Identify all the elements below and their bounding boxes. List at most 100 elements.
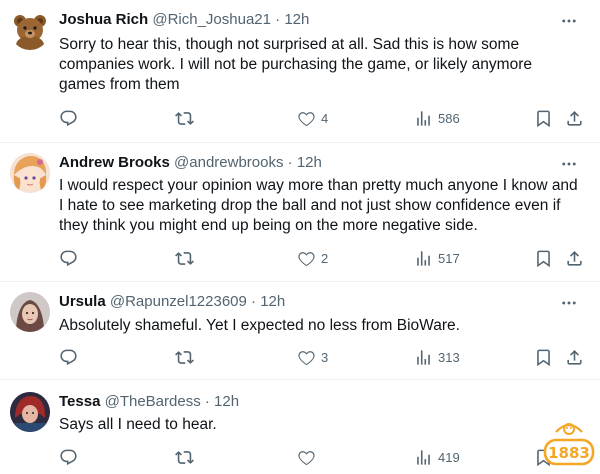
views-icon xyxy=(414,109,433,128)
tweet-actions: 4 586 xyxy=(0,108,600,128)
more-icon xyxy=(560,294,578,312)
more-options-button[interactable] xyxy=(560,294,578,312)
tweet-header: Ursula @Rapunzel1223609 · 12h xyxy=(59,292,285,312)
more-icon xyxy=(560,155,578,173)
views-button[interactable]: 586 xyxy=(414,108,460,128)
view-count: 517 xyxy=(438,250,460,266)
tweet-text-line: Sorry to hear this, though not surprised… xyxy=(59,36,520,53)
like-icon xyxy=(297,109,316,128)
anime-portrait-avatar-icon xyxy=(10,153,50,193)
bookmark-button[interactable] xyxy=(534,108,553,128)
timestamp[interactable]: 12h xyxy=(284,11,309,28)
bookmark-icon xyxy=(534,109,553,128)
user-handle[interactable]: @TheBardess xyxy=(105,393,201,410)
separator-dot: · xyxy=(275,11,281,28)
share-icon xyxy=(565,348,584,367)
reply-tweet-2[interactable]: Andrew Brooks @andrewbrooks · 12h I woul… xyxy=(0,143,600,282)
like-count: 4 xyxy=(321,110,329,126)
user-handle[interactable]: @Rapunzel1223609 xyxy=(110,293,247,310)
retweet-button[interactable] xyxy=(175,248,199,268)
tweet-text-line: Absolutely shameful. Yet I expected no l… xyxy=(59,317,460,334)
retweet-icon xyxy=(175,249,194,268)
tweet-actions: 2 517 xyxy=(0,248,600,268)
tweet-text-line: Says all I need to hear. xyxy=(59,416,217,433)
reply-button[interactable] xyxy=(59,347,83,367)
teddy-bear-avatar-icon xyxy=(10,10,50,50)
reply-tweet-3[interactable]: Ursula @Rapunzel1223609 · 12h Absolutely… xyxy=(0,282,600,380)
like-icon xyxy=(297,249,316,268)
reply-button[interactable] xyxy=(59,248,83,268)
display-name[interactable]: Joshua Rich xyxy=(59,11,148,28)
display-name[interactable]: Andrew Brooks xyxy=(59,154,170,171)
display-name[interactable]: Tessa xyxy=(59,393,100,410)
user-handle[interactable]: @Rich_Joshua21 xyxy=(152,11,271,28)
tweet-text-line: companies work. I will not be purchasing… xyxy=(59,56,532,73)
views-button[interactable]: 419 xyxy=(414,447,460,467)
tweet-header: Andrew Brooks @andrewbrooks · 12h xyxy=(59,153,322,173)
bookmark-icon xyxy=(534,249,553,268)
reply-icon xyxy=(59,448,78,467)
reply-icon xyxy=(59,109,78,128)
timestamp[interactable]: 12h xyxy=(214,393,239,410)
display-name[interactable]: Ursula xyxy=(59,293,106,310)
tweet-text-line: I hate to see marketing drop the ball an… xyxy=(59,197,561,214)
like-count: 2 xyxy=(321,250,329,266)
like-button[interactable]: 4 xyxy=(297,108,328,128)
share-icon xyxy=(565,109,584,128)
like-icon xyxy=(297,448,316,467)
reply-icon xyxy=(59,249,78,268)
tweet-actions: 419 xyxy=(0,447,600,467)
tweet-text: Sorry to hear this, though not surprised… xyxy=(59,35,589,95)
retweet-button[interactable] xyxy=(175,108,199,128)
avatar[interactable] xyxy=(10,10,50,50)
views-button[interactable]: 517 xyxy=(414,248,460,268)
like-button[interactable] xyxy=(297,447,321,467)
more-options-button[interactable] xyxy=(560,155,578,173)
like-icon xyxy=(297,348,316,367)
timestamp[interactable]: 12h xyxy=(260,293,285,310)
bookmark-button[interactable] xyxy=(534,248,553,268)
view-count: 313 xyxy=(438,349,460,365)
user-handle[interactable]: @andrewbrooks xyxy=(174,154,283,171)
like-count: 3 xyxy=(321,349,329,365)
avatar[interactable] xyxy=(10,153,50,193)
share-button[interactable] xyxy=(565,108,584,128)
separator-dot: · xyxy=(287,154,293,171)
tweet-text-line: they think you might end up being on the… xyxy=(59,217,478,234)
retweet-icon xyxy=(175,448,194,467)
more-options-button[interactable] xyxy=(560,12,578,30)
avatar[interactable] xyxy=(10,392,50,432)
like-button[interactable]: 2 xyxy=(297,248,328,268)
views-button[interactable]: 313 xyxy=(414,347,460,367)
share-button[interactable] xyxy=(565,347,584,367)
character-avatar-icon xyxy=(10,392,50,432)
tweet-header: Tessa @TheBardess · 12h xyxy=(59,392,239,412)
more-icon xyxy=(560,12,578,30)
views-icon xyxy=(414,249,433,268)
view-count: 419 xyxy=(438,449,460,465)
retweet-icon xyxy=(175,348,194,367)
bookmark-button[interactable] xyxy=(534,347,553,367)
tweet-text-line: I would respect your opinion way more th… xyxy=(59,177,578,194)
separator-dot: · xyxy=(204,393,210,410)
tweet-text-line: games from them xyxy=(59,76,180,93)
tweet-text: Says all I need to hear. xyxy=(59,415,589,435)
1883-logo-icon: 1883 xyxy=(543,423,595,466)
timestamp[interactable]: 12h xyxy=(297,154,322,171)
reply-tweet-4[interactable]: Tessa @TheBardess · 12h Says all I need … xyxy=(0,380,600,474)
reply-button[interactable] xyxy=(59,447,83,467)
tweet-actions: 3 313 xyxy=(0,347,600,367)
reply-icon xyxy=(59,348,78,367)
avatar[interactable] xyxy=(10,292,50,332)
separator-dot: · xyxy=(251,293,257,310)
retweet-button[interactable] xyxy=(175,347,199,367)
portrait-avatar-icon xyxy=(10,292,50,332)
view-count: 586 xyxy=(438,110,460,126)
reply-tweet-1[interactable]: Joshua Rich @Rich_Joshua21 · 12h Sorry t… xyxy=(0,0,600,143)
retweet-button[interactable] xyxy=(175,447,199,467)
reply-button[interactable] xyxy=(59,108,83,128)
share-icon xyxy=(565,249,584,268)
bookmark-icon xyxy=(534,348,553,367)
like-button[interactable]: 3 xyxy=(297,347,328,367)
share-button[interactable] xyxy=(565,248,584,268)
